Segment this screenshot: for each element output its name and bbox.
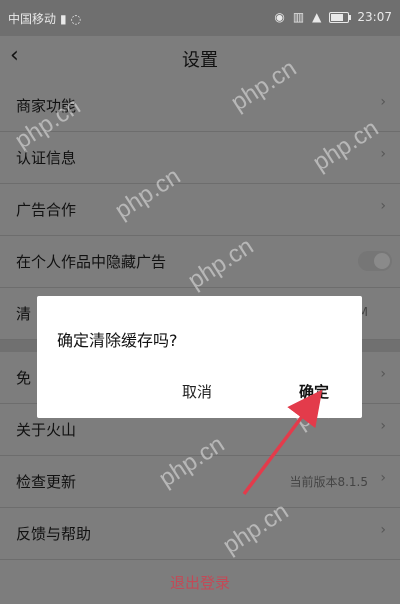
wifi-icon: ◌	[70, 11, 82, 26]
chevron-right-icon: ›	[380, 198, 386, 214]
setting-row-verification[interactable]: 认证信息 ›	[0, 132, 400, 184]
chevron-right-icon: ›	[380, 470, 386, 486]
setting-label: 广告合作	[16, 201, 77, 219]
clock: 23:07	[357, 10, 392, 24]
dialog-title: 确定清除缓存吗?	[57, 331, 178, 350]
setting-label: 关于火山	[16, 421, 77, 439]
setting-row-feedback[interactable]: 反馈与帮助 ›	[0, 508, 400, 560]
setting-row-ad-cooperation[interactable]: 广告合作 ›	[0, 184, 400, 236]
carrier-label: 中国移动	[8, 12, 57, 26]
chevron-right-icon: ›	[380, 94, 386, 110]
confirm-button[interactable]: 确定	[299, 381, 329, 402]
chevron-right-icon: ›	[380, 522, 386, 538]
setting-label: 反馈与帮助	[16, 525, 92, 543]
setting-label: 在个人作品中隐藏广告	[16, 253, 167, 271]
vibrate-icon: ▥	[292, 10, 305, 24]
eye-icon: ◉	[274, 10, 285, 24]
logout-button[interactable]: 退出登录	[0, 572, 400, 593]
setting-label: 认证信息	[16, 149, 77, 167]
setting-label: 免	[16, 369, 32, 387]
signal-strength-icon: ▲	[312, 10, 322, 24]
status-left: 中国移动 ▮ ◌	[8, 10, 81, 27]
signal-icon: ▮	[60, 11, 67, 26]
setting-row-check-update[interactable]: 检查更新 当前版本8.1.5 ›	[0, 456, 400, 508]
chevron-right-icon: ›	[380, 418, 386, 434]
setting-label: 检查更新	[16, 473, 77, 491]
nav-bar: ‹ 设置	[0, 36, 400, 80]
version-text: 当前版本8.1.5	[289, 475, 368, 489]
status-bar: 中国移动 ▮ ◌ ◉ ▥ ▲ 23:07	[0, 0, 400, 36]
battery-icon	[329, 11, 352, 23]
setting-row-merchant[interactable]: 商家功能 ›	[0, 80, 400, 132]
cancel-button[interactable]: 取消	[182, 381, 212, 402]
page-title: 设置	[182, 50, 218, 71]
status-right: ◉ ▥ ▲ 23:07	[274, 10, 392, 24]
setting-row-hide-ads[interactable]: 在个人作品中隐藏广告	[0, 236, 400, 288]
setting-label: 清	[16, 305, 32, 323]
confirm-dialog: 确定清除缓存吗? 取消 确定	[37, 296, 362, 418]
chevron-right-icon: ›	[380, 366, 386, 382]
setting-label: 商家功能	[16, 97, 77, 115]
toggle-switch[interactable]	[358, 251, 392, 271]
chevron-right-icon: ›	[380, 146, 386, 162]
